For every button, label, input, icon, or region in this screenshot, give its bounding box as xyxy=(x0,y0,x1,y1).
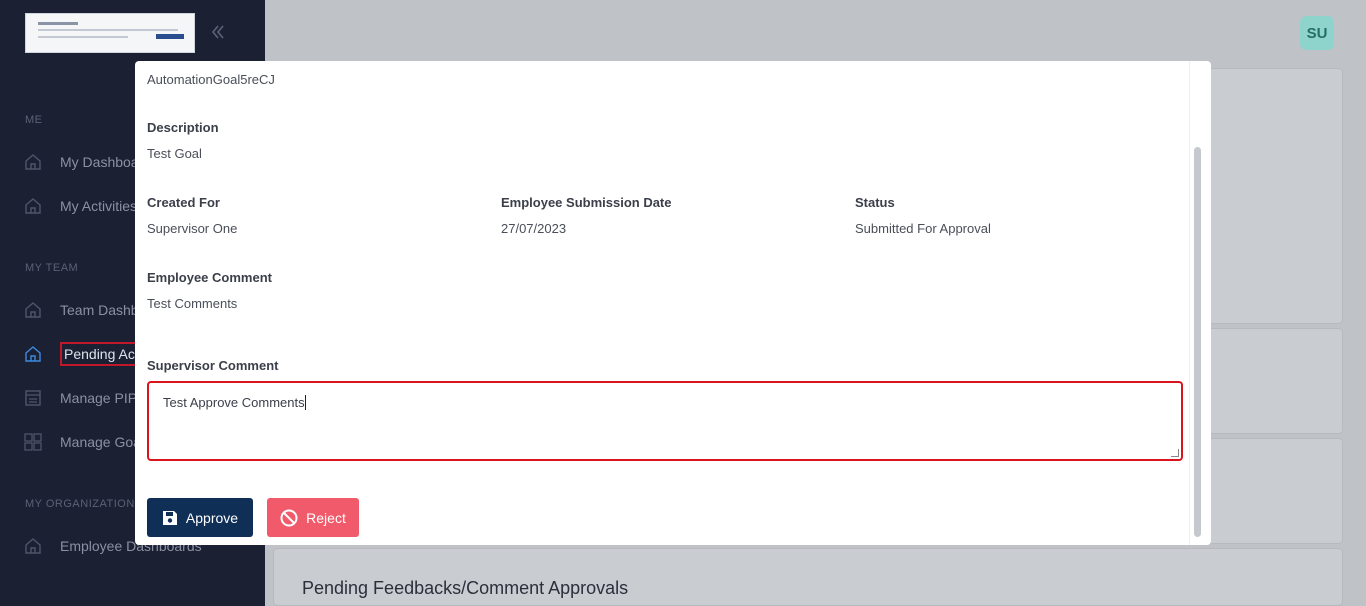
supervisor-comment-text: Test Approve Comments xyxy=(163,395,305,410)
status-label: Status xyxy=(855,195,895,210)
reject-button[interactable]: Reject xyxy=(267,498,359,537)
supervisor-comment-label: Supervisor Comment xyxy=(147,358,279,373)
approve-button[interactable]: Approve xyxy=(147,498,253,537)
user-avatar[interactable]: SU xyxy=(1300,16,1334,50)
sidebar-item-my-activities[interactable]: My Activities xyxy=(24,194,137,218)
company-logo[interactable] xyxy=(25,13,195,53)
status-value: Submitted For Approval xyxy=(855,221,991,236)
employee-comment-label: Employee Comment xyxy=(147,270,272,285)
text-cursor xyxy=(304,395,306,410)
sidebar-item-manage-goals[interactable]: Manage Goals xyxy=(24,430,151,454)
description-label: Description xyxy=(147,120,219,135)
collapse-sidebar-icon[interactable] xyxy=(208,22,232,44)
sidebar-item-label: My Activities xyxy=(60,198,138,214)
section-title-my-team: MY TEAM xyxy=(25,262,79,274)
background-card xyxy=(1208,328,1343,434)
section-title-my-organization: MY ORGANIZATION xyxy=(25,498,135,510)
sidebar-item-my-dashboard[interactable]: My Dashboard xyxy=(24,150,151,174)
clipboard-icon xyxy=(25,390,41,406)
employee-comment-value: Test Comments xyxy=(147,296,238,311)
section-title-me: ME xyxy=(25,114,43,126)
description-value: Test Goal xyxy=(147,146,202,161)
home-icon xyxy=(25,154,41,170)
submission-date-label: Employee Submission Date xyxy=(501,195,672,210)
background-card xyxy=(1208,438,1343,544)
supervisor-comment-textarea[interactable]: Test Approve Comments xyxy=(147,381,1183,461)
sidebar-item-manage-pip[interactable]: Manage PIP xyxy=(24,386,137,410)
approval-modal: AutomationGoal5reCJ Description Test Goa… xyxy=(135,61,1211,545)
goal-name: AutomationGoal5reCJ xyxy=(147,72,275,87)
home-icon xyxy=(25,302,41,318)
approve-label: Approve xyxy=(185,509,239,526)
modal-scrollbar-thumb[interactable] xyxy=(1194,147,1201,537)
ban-icon xyxy=(280,509,298,526)
resize-handle-icon[interactable] xyxy=(1171,449,1179,457)
home-icon xyxy=(25,346,41,362)
grid-icon xyxy=(24,433,42,451)
home-icon xyxy=(25,198,41,214)
home-icon xyxy=(25,538,41,554)
sidebar-item-label: Manage PIP xyxy=(60,390,138,406)
reject-label: Reject xyxy=(306,509,346,526)
background-card xyxy=(1208,68,1343,324)
pending-feedbacks-heading: Pending Feedbacks/Comment Approvals xyxy=(302,578,629,598)
save-icon xyxy=(162,510,177,525)
submission-date-value: 27/07/2023 xyxy=(501,221,567,236)
created-for-label: Created For xyxy=(147,195,220,210)
created-for-value: Supervisor One xyxy=(147,221,238,236)
